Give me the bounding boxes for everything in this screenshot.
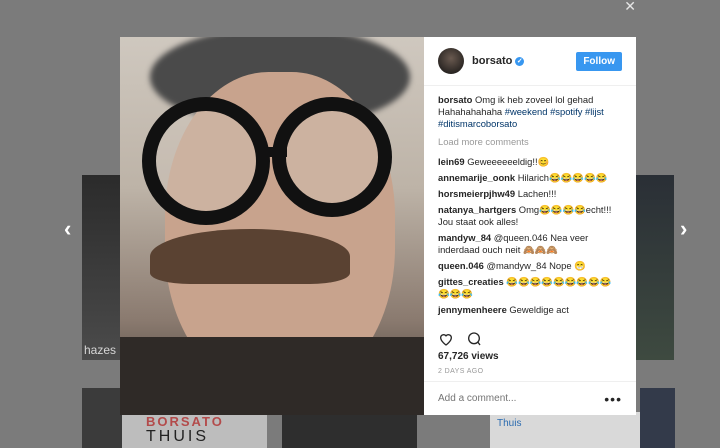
comment-item: jennymenheere Geweldige act bbox=[438, 304, 622, 316]
comment-username[interactable]: jennymenheere bbox=[438, 304, 507, 315]
comment-username[interactable]: mandyw_84 bbox=[438, 232, 491, 243]
post-caption: borsato Omg ik heb zoveel lol gehad Haha… bbox=[438, 94, 622, 130]
photo-glasses-right bbox=[272, 97, 392, 217]
comment-item: lein69 Geweeeeeeldig!!😊 bbox=[438, 156, 622, 168]
comment-text: Geweeeeeeldig!!😊 bbox=[467, 156, 550, 167]
photo-mustache bbox=[150, 229, 350, 284]
verified-badge-icon: ✓ bbox=[515, 56, 525, 66]
post-photo[interactable] bbox=[120, 37, 424, 415]
post-sidebar: borsato ✓ Follow borsato Omg ik heb zovee… bbox=[424, 37, 636, 415]
close-icon[interactable]: ✕ bbox=[624, 0, 636, 15]
comment-username[interactable]: lein69 bbox=[438, 156, 465, 167]
post-modal: borsato ✓ Follow borsato Omg ik heb zovee… bbox=[120, 37, 636, 415]
background-thumbnail-bottom-1[interactable] bbox=[82, 388, 122, 448]
comment-icon[interactable] bbox=[466, 331, 482, 347]
add-comment-bar: ••• bbox=[424, 381, 636, 415]
comment-text: Geweldige act bbox=[509, 304, 569, 315]
caption-username[interactable]: borsato bbox=[438, 94, 472, 105]
comment-item: horsmeierpjhw49 Lachen!!! bbox=[438, 188, 622, 200]
comments-list[interactable]: borsato Omg ik heb zoveel lol gehad Haha… bbox=[424, 86, 636, 320]
background-thumbnail-right[interactable] bbox=[636, 175, 674, 360]
comment-username[interactable]: annemarije_oonk bbox=[438, 172, 515, 183]
comment-username[interactable]: gittes_creaties bbox=[438, 276, 504, 287]
comment-username[interactable]: horsmeierpjhw49 bbox=[438, 188, 515, 199]
post-username[interactable]: borsato ✓ bbox=[472, 55, 525, 67]
post-timestamp: 2 DAYS AGO bbox=[438, 368, 484, 375]
photo-glasses-bridge bbox=[265, 147, 287, 157]
post-actions bbox=[438, 331, 482, 347]
background-tile-text: Thuis bbox=[497, 418, 522, 429]
comment-item: queen.046 @mandyw_84 Nope 😁 bbox=[438, 260, 622, 272]
photo-shirt bbox=[120, 337, 424, 415]
photo-glasses-left bbox=[142, 97, 270, 225]
background-thumbnail-left[interactable] bbox=[82, 175, 122, 360]
comment-text: Hilarich😂😂😂😂😂 bbox=[517, 172, 608, 183]
comment-item: gittes_creaties 😂😂😂😂😂😂😂😂😂😂😂😂 bbox=[438, 276, 622, 300]
background-thumbnail-bottom-5[interactable] bbox=[640, 388, 675, 448]
load-more-comments[interactable]: Load more comments bbox=[438, 136, 622, 148]
comment-container: lein69 Geweeeeeeldig!!😊 annemarije_oonk H… bbox=[438, 156, 622, 320]
background-thumbnail-bottom-3[interactable] bbox=[282, 412, 417, 448]
next-arrow-icon[interactable]: › bbox=[680, 216, 687, 242]
background-tile-text: BORSATO bbox=[146, 414, 224, 429]
follow-button[interactable]: Follow bbox=[576, 51, 622, 71]
comment-item: annemarije_oonk Hilarich😂😂😂😂😂 bbox=[438, 172, 622, 184]
post-header: borsato ✓ Follow bbox=[424, 37, 636, 86]
comment-item: mandyw_84 @queen.046 Nea veer inderdaad … bbox=[438, 232, 622, 256]
background-tile-text: THUIS bbox=[146, 428, 209, 445]
comment-text: Lachen!!! bbox=[517, 188, 557, 199]
comment-item: natanya_hartgers Omg😂😂😂😂echt!!! Jou staa… bbox=[438, 204, 622, 228]
avatar[interactable] bbox=[438, 48, 464, 74]
view-count: 67,726 views bbox=[438, 351, 499, 362]
add-comment-input[interactable] bbox=[438, 393, 588, 404]
previous-arrow-icon[interactable]: ‹ bbox=[64, 216, 71, 242]
more-options-icon[interactable]: ••• bbox=[604, 391, 622, 407]
comment-username[interactable]: natanya_hartgers bbox=[438, 204, 516, 215]
background-tile-text: hazes bbox=[84, 343, 117, 357]
comment-username[interactable]: queen.046 bbox=[438, 260, 484, 271]
heart-icon[interactable] bbox=[438, 331, 454, 347]
comment-text: @mandyw_84 Nope 😁 bbox=[486, 260, 586, 271]
